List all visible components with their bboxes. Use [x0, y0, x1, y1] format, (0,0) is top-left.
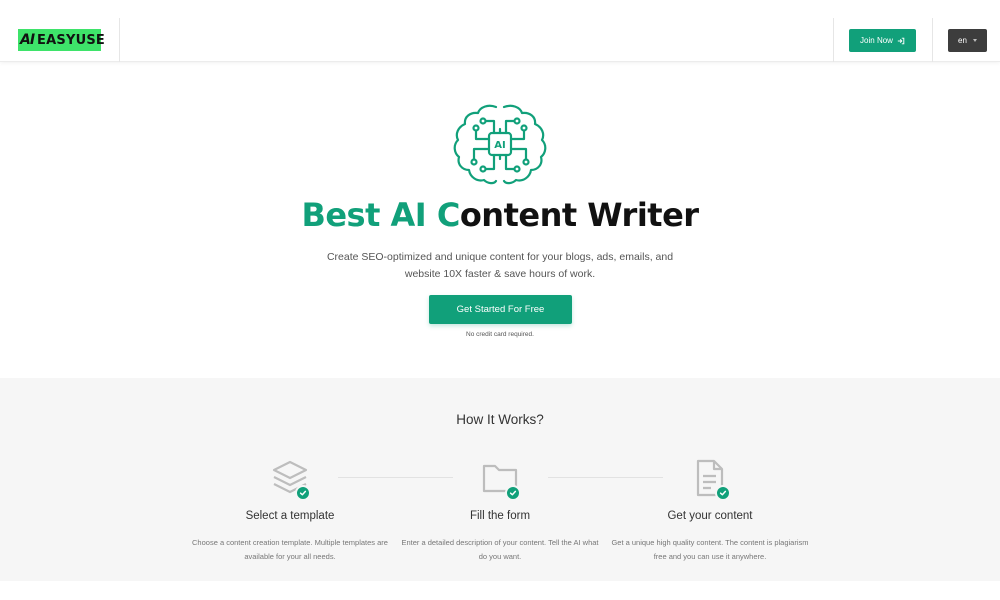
check-icon [715, 485, 731, 501]
logo-mark: AI [20, 32, 35, 48]
step-icon-wrapper [690, 458, 731, 501]
site-header: AI EASYUSE Join Now en [0, 0, 1000, 62]
step-icon-wrapper [270, 458, 311, 501]
header-divider [833, 18, 834, 62]
caret-down-icon [972, 39, 977, 42]
step-description: Choose a content creation template. Mult… [192, 538, 388, 561]
step-description: Enter a detailed description of your con… [401, 538, 599, 561]
step-get-content: Get your content Get a unique high quali… [610, 458, 810, 564]
join-now-label: Join Now [860, 36, 893, 45]
logo-text: EASYUSE [37, 32, 105, 48]
step-fill-form: Fill the form Enter a detailed descripti… [400, 458, 600, 564]
header-divider [119, 18, 120, 62]
sign-in-icon [897, 37, 905, 44]
ai-chip-label: AI [494, 140, 505, 151]
check-icon [505, 485, 521, 501]
check-icon [295, 485, 311, 501]
step-icon-wrapper [480, 458, 521, 501]
ai-brain-icon: AI [453, 104, 547, 185]
language-label: en [958, 36, 967, 45]
header-divider [932, 18, 933, 62]
step-select-template: Select a template Choose a content creat… [190, 458, 390, 564]
hero-title-accent: Best AI C [301, 196, 460, 234]
join-now-button[interactable]: Join Now [849, 29, 916, 52]
step-title: Select a template [245, 510, 335, 522]
hero-subtitle: Create SEO-optimized and unique content … [326, 251, 674, 280]
language-select[interactable]: en [948, 29, 987, 52]
how-it-works-section: How It Works? Select a template Choose a… [0, 378, 1000, 581]
step-description: Get a unique high quality content. The c… [611, 538, 809, 561]
logo[interactable]: AI EASYUSE [18, 29, 105, 51]
step-title: Fill the form [469, 510, 531, 522]
hero-title: Best AI Content Writer [0, 196, 1000, 234]
step-title: Get your content [667, 510, 753, 522]
how-it-works-title: How It Works? [456, 412, 544, 427]
hero-title-rest: ontent Writer [459, 196, 699, 234]
no-credit-card-note: No credit card required. [466, 331, 534, 338]
get-started-button[interactable]: Get Started For Free [429, 295, 572, 324]
